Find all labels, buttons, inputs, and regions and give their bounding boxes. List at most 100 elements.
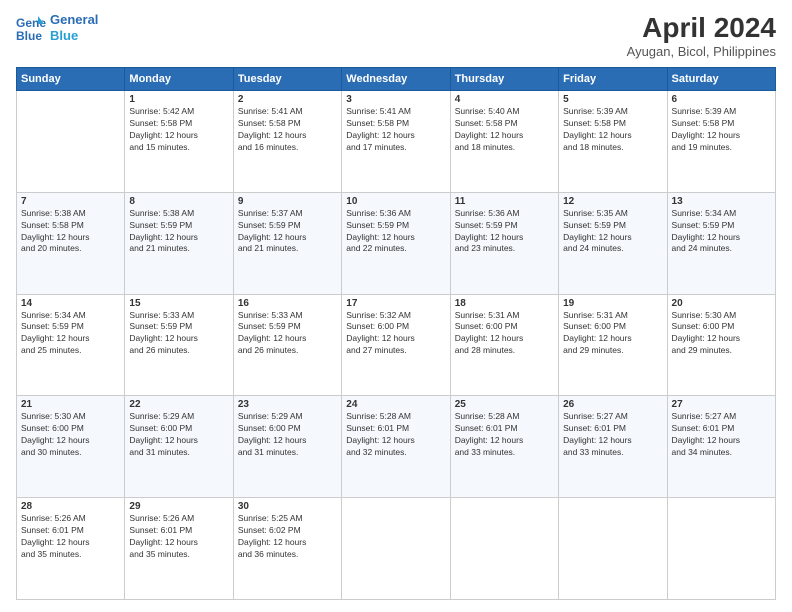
cell-line: Sunrise: 5:40 AM (455, 106, 520, 116)
day-number: 22 (129, 399, 228, 410)
calendar-week-row: 28Sunrise: 5:26 AMSunset: 6:01 PMDayligh… (17, 498, 776, 600)
weekday-header-cell: Wednesday (342, 68, 450, 91)
calendar-cell: 13Sunrise: 5:34 AMSunset: 5:59 PMDayligh… (667, 192, 775, 294)
cell-content: Sunrise: 5:42 AMSunset: 5:58 PMDaylight:… (129, 106, 228, 154)
location: Ayugan, Bicol, Philippines (627, 44, 776, 59)
cell-content: Sunrise: 5:36 AMSunset: 5:59 PMDaylight:… (346, 208, 445, 256)
cell-line: Sunset: 5:59 PM (129, 321, 192, 331)
cell-line: Daylight: 12 hours (346, 130, 415, 140)
cell-line: Sunset: 6:01 PM (455, 423, 518, 433)
cell-line: Sunrise: 5:41 AM (238, 106, 303, 116)
cell-content: Sunrise: 5:31 AMSunset: 6:00 PMDaylight:… (563, 310, 662, 358)
day-number: 2 (238, 94, 337, 105)
cell-content: Sunrise: 5:37 AMSunset: 5:59 PMDaylight:… (238, 208, 337, 256)
calendar-cell (342, 498, 450, 600)
calendar-cell: 6Sunrise: 5:39 AMSunset: 5:58 PMDaylight… (667, 91, 775, 193)
cell-line: and 35 minutes. (129, 549, 189, 559)
day-number: 27 (672, 399, 771, 410)
cell-content: Sunrise: 5:29 AMSunset: 6:00 PMDaylight:… (129, 411, 228, 459)
weekday-header-row: SundayMondayTuesdayWednesdayThursdayFrid… (17, 68, 776, 91)
cell-line: Sunset: 5:58 PM (455, 118, 518, 128)
cell-line: Sunset: 5:59 PM (563, 220, 626, 230)
cell-line: and 26 minutes. (238, 345, 298, 355)
cell-line: Daylight: 12 hours (346, 232, 415, 242)
cell-line: Sunset: 5:59 PM (238, 321, 301, 331)
cell-line: Daylight: 12 hours (346, 333, 415, 343)
day-number: 11 (455, 196, 554, 207)
calendar-cell: 8Sunrise: 5:38 AMSunset: 5:59 PMDaylight… (125, 192, 233, 294)
cell-line: Daylight: 12 hours (455, 435, 524, 445)
cell-content: Sunrise: 5:38 AMSunset: 5:58 PMDaylight:… (21, 208, 120, 256)
day-number: 5 (563, 94, 662, 105)
cell-line: Sunrise: 5:26 AM (129, 513, 194, 523)
cell-line: Sunset: 5:59 PM (21, 321, 84, 331)
cell-line: Sunset: 6:00 PM (672, 321, 735, 331)
cell-line: and 25 minutes. (21, 345, 81, 355)
day-number: 3 (346, 94, 445, 105)
cell-line: Sunset: 6:02 PM (238, 525, 301, 535)
cell-content: Sunrise: 5:38 AMSunset: 5:59 PMDaylight:… (129, 208, 228, 256)
cell-line: Sunrise: 5:30 AM (21, 411, 86, 421)
calendar-week-row: 14Sunrise: 5:34 AMSunset: 5:59 PMDayligh… (17, 294, 776, 396)
cell-content: Sunrise: 5:30 AMSunset: 6:00 PMDaylight:… (672, 310, 771, 358)
weekday-header-cell: Monday (125, 68, 233, 91)
cell-line: and 21 minutes. (129, 243, 189, 253)
cell-line: Sunset: 5:59 PM (346, 220, 409, 230)
cell-line: Sunset: 6:01 PM (563, 423, 626, 433)
cell-content: Sunrise: 5:36 AMSunset: 5:59 PMDaylight:… (455, 208, 554, 256)
calendar-cell: 5Sunrise: 5:39 AMSunset: 5:58 PMDaylight… (559, 91, 667, 193)
day-number: 23 (238, 399, 337, 410)
cell-line: Sunrise: 5:39 AM (563, 106, 628, 116)
cell-line: Sunset: 5:59 PM (672, 220, 735, 230)
header: General Blue General Blue April 2024 Ayu… (16, 12, 776, 59)
cell-line: Sunrise: 5:26 AM (21, 513, 86, 523)
cell-content: Sunrise: 5:28 AMSunset: 6:01 PMDaylight:… (455, 411, 554, 459)
cell-line: Sunrise: 5:33 AM (129, 310, 194, 320)
cell-line: Sunrise: 5:37 AM (238, 208, 303, 218)
weekday-header-cell: Thursday (450, 68, 558, 91)
cell-line: Daylight: 12 hours (129, 130, 198, 140)
calendar-cell: 28Sunrise: 5:26 AMSunset: 6:01 PMDayligh… (17, 498, 125, 600)
cell-line: and 22 minutes. (346, 243, 406, 253)
logo-text2: Blue (50, 28, 98, 44)
cell-line: Sunrise: 5:31 AM (563, 310, 628, 320)
cell-content: Sunrise: 5:34 AMSunset: 5:59 PMDaylight:… (672, 208, 771, 256)
cell-line: Sunset: 5:58 PM (672, 118, 735, 128)
cell-line: Daylight: 12 hours (21, 232, 90, 242)
calendar-cell: 19Sunrise: 5:31 AMSunset: 6:00 PMDayligh… (559, 294, 667, 396)
cell-line: Sunrise: 5:27 AM (563, 411, 628, 421)
cell-line: Sunset: 6:00 PM (563, 321, 626, 331)
cell-line: Sunset: 5:59 PM (455, 220, 518, 230)
calendar-cell (17, 91, 125, 193)
logo-text: General (50, 12, 98, 28)
cell-content: Sunrise: 5:40 AMSunset: 5:58 PMDaylight:… (455, 106, 554, 154)
day-number: 15 (129, 298, 228, 309)
cell-line: Sunset: 5:59 PM (238, 220, 301, 230)
calendar-cell: 17Sunrise: 5:32 AMSunset: 6:00 PMDayligh… (342, 294, 450, 396)
cell-line: Daylight: 12 hours (238, 130, 307, 140)
cell-line: and 24 minutes. (563, 243, 623, 253)
cell-line: Sunrise: 5:33 AM (238, 310, 303, 320)
day-number: 8 (129, 196, 228, 207)
calendar-body: 1Sunrise: 5:42 AMSunset: 5:58 PMDaylight… (17, 91, 776, 600)
cell-line: Sunrise: 5:39 AM (672, 106, 737, 116)
cell-line: Daylight: 12 hours (129, 232, 198, 242)
cell-line: Sunset: 5:58 PM (563, 118, 626, 128)
day-number: 16 (238, 298, 337, 309)
calendar-cell: 27Sunrise: 5:27 AMSunset: 6:01 PMDayligh… (667, 396, 775, 498)
calendar-cell: 11Sunrise: 5:36 AMSunset: 5:59 PMDayligh… (450, 192, 558, 294)
cell-line: Sunset: 6:00 PM (129, 423, 192, 433)
cell-line: and 32 minutes. (346, 447, 406, 457)
cell-content: Sunrise: 5:33 AMSunset: 5:59 PMDaylight:… (238, 310, 337, 358)
cell-content: Sunrise: 5:32 AMSunset: 6:00 PMDaylight:… (346, 310, 445, 358)
day-number: 24 (346, 399, 445, 410)
calendar-week-row: 1Sunrise: 5:42 AMSunset: 5:58 PMDaylight… (17, 91, 776, 193)
calendar-cell: 7Sunrise: 5:38 AMSunset: 5:58 PMDaylight… (17, 192, 125, 294)
cell-line: and 16 minutes. (238, 142, 298, 152)
month-title: April 2024 (627, 12, 776, 44)
cell-line: Sunrise: 5:36 AM (455, 208, 520, 218)
cell-line: Sunset: 5:58 PM (238, 118, 301, 128)
cell-line: Daylight: 12 hours (672, 232, 741, 242)
cell-line: Daylight: 12 hours (672, 435, 741, 445)
cell-content: Sunrise: 5:35 AMSunset: 5:59 PMDaylight:… (563, 208, 662, 256)
